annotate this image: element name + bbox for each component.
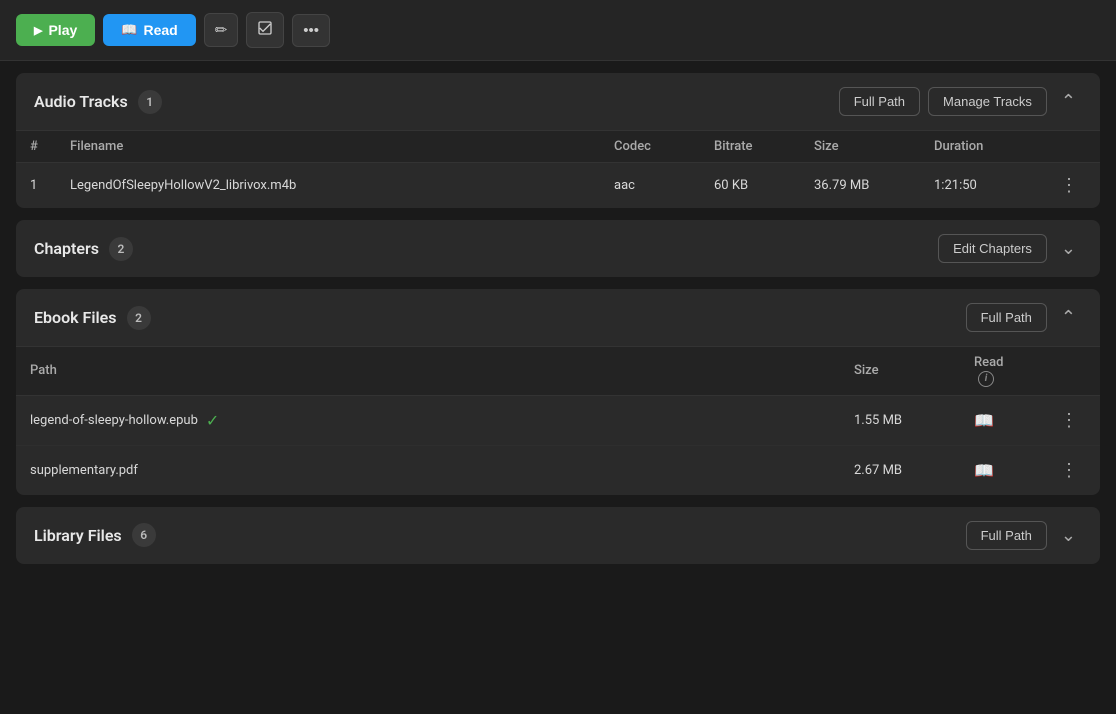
col-size-header: Size bbox=[800, 131, 920, 163]
read-button[interactable]: Read bbox=[103, 14, 195, 46]
play-button[interactable]: Play bbox=[16, 14, 95, 46]
col-num-header: # bbox=[16, 131, 56, 163]
chapters-collapse-button[interactable]: ⌄ bbox=[1055, 236, 1082, 261]
ebook-file-label: legend-of-sleepy-hollow.epub bbox=[30, 413, 198, 428]
ebook-files-table: Path Size Read i legend-of-sleepy-hollow… bbox=[16, 347, 1100, 495]
bookmark-icon bbox=[257, 20, 273, 40]
list-item: supplementary.pdf 2.67 MB 📖 ⋮ bbox=[16, 445, 1100, 495]
more-button[interactable]: ••• bbox=[292, 14, 330, 47]
ebook-file-label: supplementary.pdf bbox=[30, 463, 138, 478]
col-codec-header: Codec bbox=[600, 131, 700, 163]
chapters-header: Chapters 2 Edit Chapters ⌄ bbox=[16, 220, 1100, 277]
ebook-read-cell: 📖 bbox=[960, 395, 1040, 445]
audio-tracks-collapse-button[interactable]: ⌃ bbox=[1055, 89, 1082, 114]
ebook-size: 1.55 MB bbox=[840, 395, 960, 445]
ebook-files-header-row: Path Size Read i bbox=[16, 347, 1100, 395]
ebook-more-button[interactable]: ⋮ bbox=[1054, 408, 1086, 433]
ebook-read-cell: 📖 bbox=[960, 445, 1040, 495]
library-full-path-button[interactable]: Full Path bbox=[966, 521, 1047, 550]
library-files-header: Library Files 6 Full Path ⌄ bbox=[16, 507, 1100, 564]
read-book-icon[interactable]: 📖 bbox=[974, 411, 994, 430]
ebook-filename: legend-of-sleepy-hollow.epub ✓ bbox=[16, 395, 840, 445]
row-bitrate: 60 KB bbox=[700, 163, 800, 209]
library-files-badge: 6 bbox=[132, 523, 156, 547]
audio-tracks-header-row: # Filename Codec Bitrate Size Duration bbox=[16, 131, 1100, 163]
ebook-actions: ⋮ bbox=[1040, 445, 1100, 495]
ebook-files-badge: 2 bbox=[127, 306, 151, 330]
row-num: 1 bbox=[16, 163, 56, 209]
row-size: 36.79 MB bbox=[800, 163, 920, 209]
library-files-title: Library Files bbox=[34, 526, 122, 545]
ebook-col-actions-header bbox=[1040, 347, 1100, 395]
toolbar: Play Read ✏ ••• bbox=[0, 0, 1116, 61]
check-icon: ✓ bbox=[206, 411, 219, 430]
edit-icon: ✏ bbox=[215, 21, 228, 39]
content: Audio Tracks 1 Full Path Manage Tracks ⌃… bbox=[0, 61, 1116, 576]
library-files-collapse-button[interactable]: ⌄ bbox=[1055, 523, 1082, 548]
ebook-col-read-header: Read i bbox=[960, 347, 1040, 395]
audio-full-path-button[interactable]: Full Path bbox=[839, 87, 920, 116]
audio-tracks-section: Audio Tracks 1 Full Path Manage Tracks ⌃… bbox=[16, 73, 1100, 208]
ebook-files-header: Ebook Files 2 Full Path ⌃ bbox=[16, 289, 1100, 347]
ebook-more-button[interactable]: ⋮ bbox=[1054, 458, 1086, 483]
audio-tracks-badge: 1 bbox=[138, 90, 162, 114]
col-duration-header: Duration bbox=[920, 131, 1040, 163]
table-row: 1 LegendOfSleepyHollowV2_librivox.m4b aa… bbox=[16, 163, 1100, 209]
more-icon: ••• bbox=[303, 22, 319, 39]
ebook-files-collapse-button[interactable]: ⌃ bbox=[1055, 305, 1082, 330]
bookmark-button[interactable] bbox=[246, 12, 284, 48]
audio-tracks-title: Audio Tracks bbox=[34, 92, 128, 111]
row-more-button[interactable]: ⋮ bbox=[1054, 173, 1086, 198]
ebook-files-actions: Full Path ⌃ bbox=[966, 303, 1082, 332]
chapters-title: Chapters bbox=[34, 239, 99, 258]
audio-tracks-table: # Filename Codec Bitrate Size Duration 1… bbox=[16, 131, 1100, 208]
audio-tracks-header: Audio Tracks 1 Full Path Manage Tracks ⌃ bbox=[16, 73, 1100, 131]
ebook-filename: supplementary.pdf bbox=[16, 445, 840, 495]
col-bitrate-header: Bitrate bbox=[700, 131, 800, 163]
ebook-files-section: Ebook Files 2 Full Path ⌃ Path Size Read… bbox=[16, 289, 1100, 495]
read-book-icon[interactable]: 📖 bbox=[974, 461, 994, 480]
read-info-icon: i bbox=[978, 371, 994, 387]
ebook-actions: ⋮ bbox=[1040, 395, 1100, 445]
ebook-col-path-header: Path bbox=[16, 347, 840, 395]
row-duration: 1:21:50 bbox=[920, 163, 1040, 209]
audio-tracks-actions: Full Path Manage Tracks ⌃ bbox=[839, 87, 1082, 116]
chapters-actions: Edit Chapters ⌄ bbox=[938, 234, 1082, 263]
row-actions: ⋮ bbox=[1040, 163, 1100, 209]
ebook-col-size-header: Size bbox=[840, 347, 960, 395]
chapters-badge: 2 bbox=[109, 237, 133, 261]
ebook-files-title: Ebook Files bbox=[34, 308, 117, 327]
edit-chapters-button[interactable]: Edit Chapters bbox=[938, 234, 1047, 263]
ebook-size: 2.67 MB bbox=[840, 445, 960, 495]
library-files-actions: Full Path ⌄ bbox=[966, 521, 1082, 550]
row-codec: aac bbox=[600, 163, 700, 209]
col-actions-header bbox=[1040, 131, 1100, 163]
library-files-section: Library Files 6 Full Path ⌄ bbox=[16, 507, 1100, 564]
chapters-section: Chapters 2 Edit Chapters ⌄ bbox=[16, 220, 1100, 277]
row-filename: LegendOfSleepyHollowV2_librivox.m4b bbox=[56, 163, 600, 209]
manage-tracks-button[interactable]: Manage Tracks bbox=[928, 87, 1047, 116]
ebook-full-path-button[interactable]: Full Path bbox=[966, 303, 1047, 332]
list-item: legend-of-sleepy-hollow.epub ✓ 1.55 MB 📖… bbox=[16, 395, 1100, 445]
col-filename-header: Filename bbox=[56, 131, 600, 163]
edit-button[interactable]: ✏ bbox=[204, 13, 239, 47]
